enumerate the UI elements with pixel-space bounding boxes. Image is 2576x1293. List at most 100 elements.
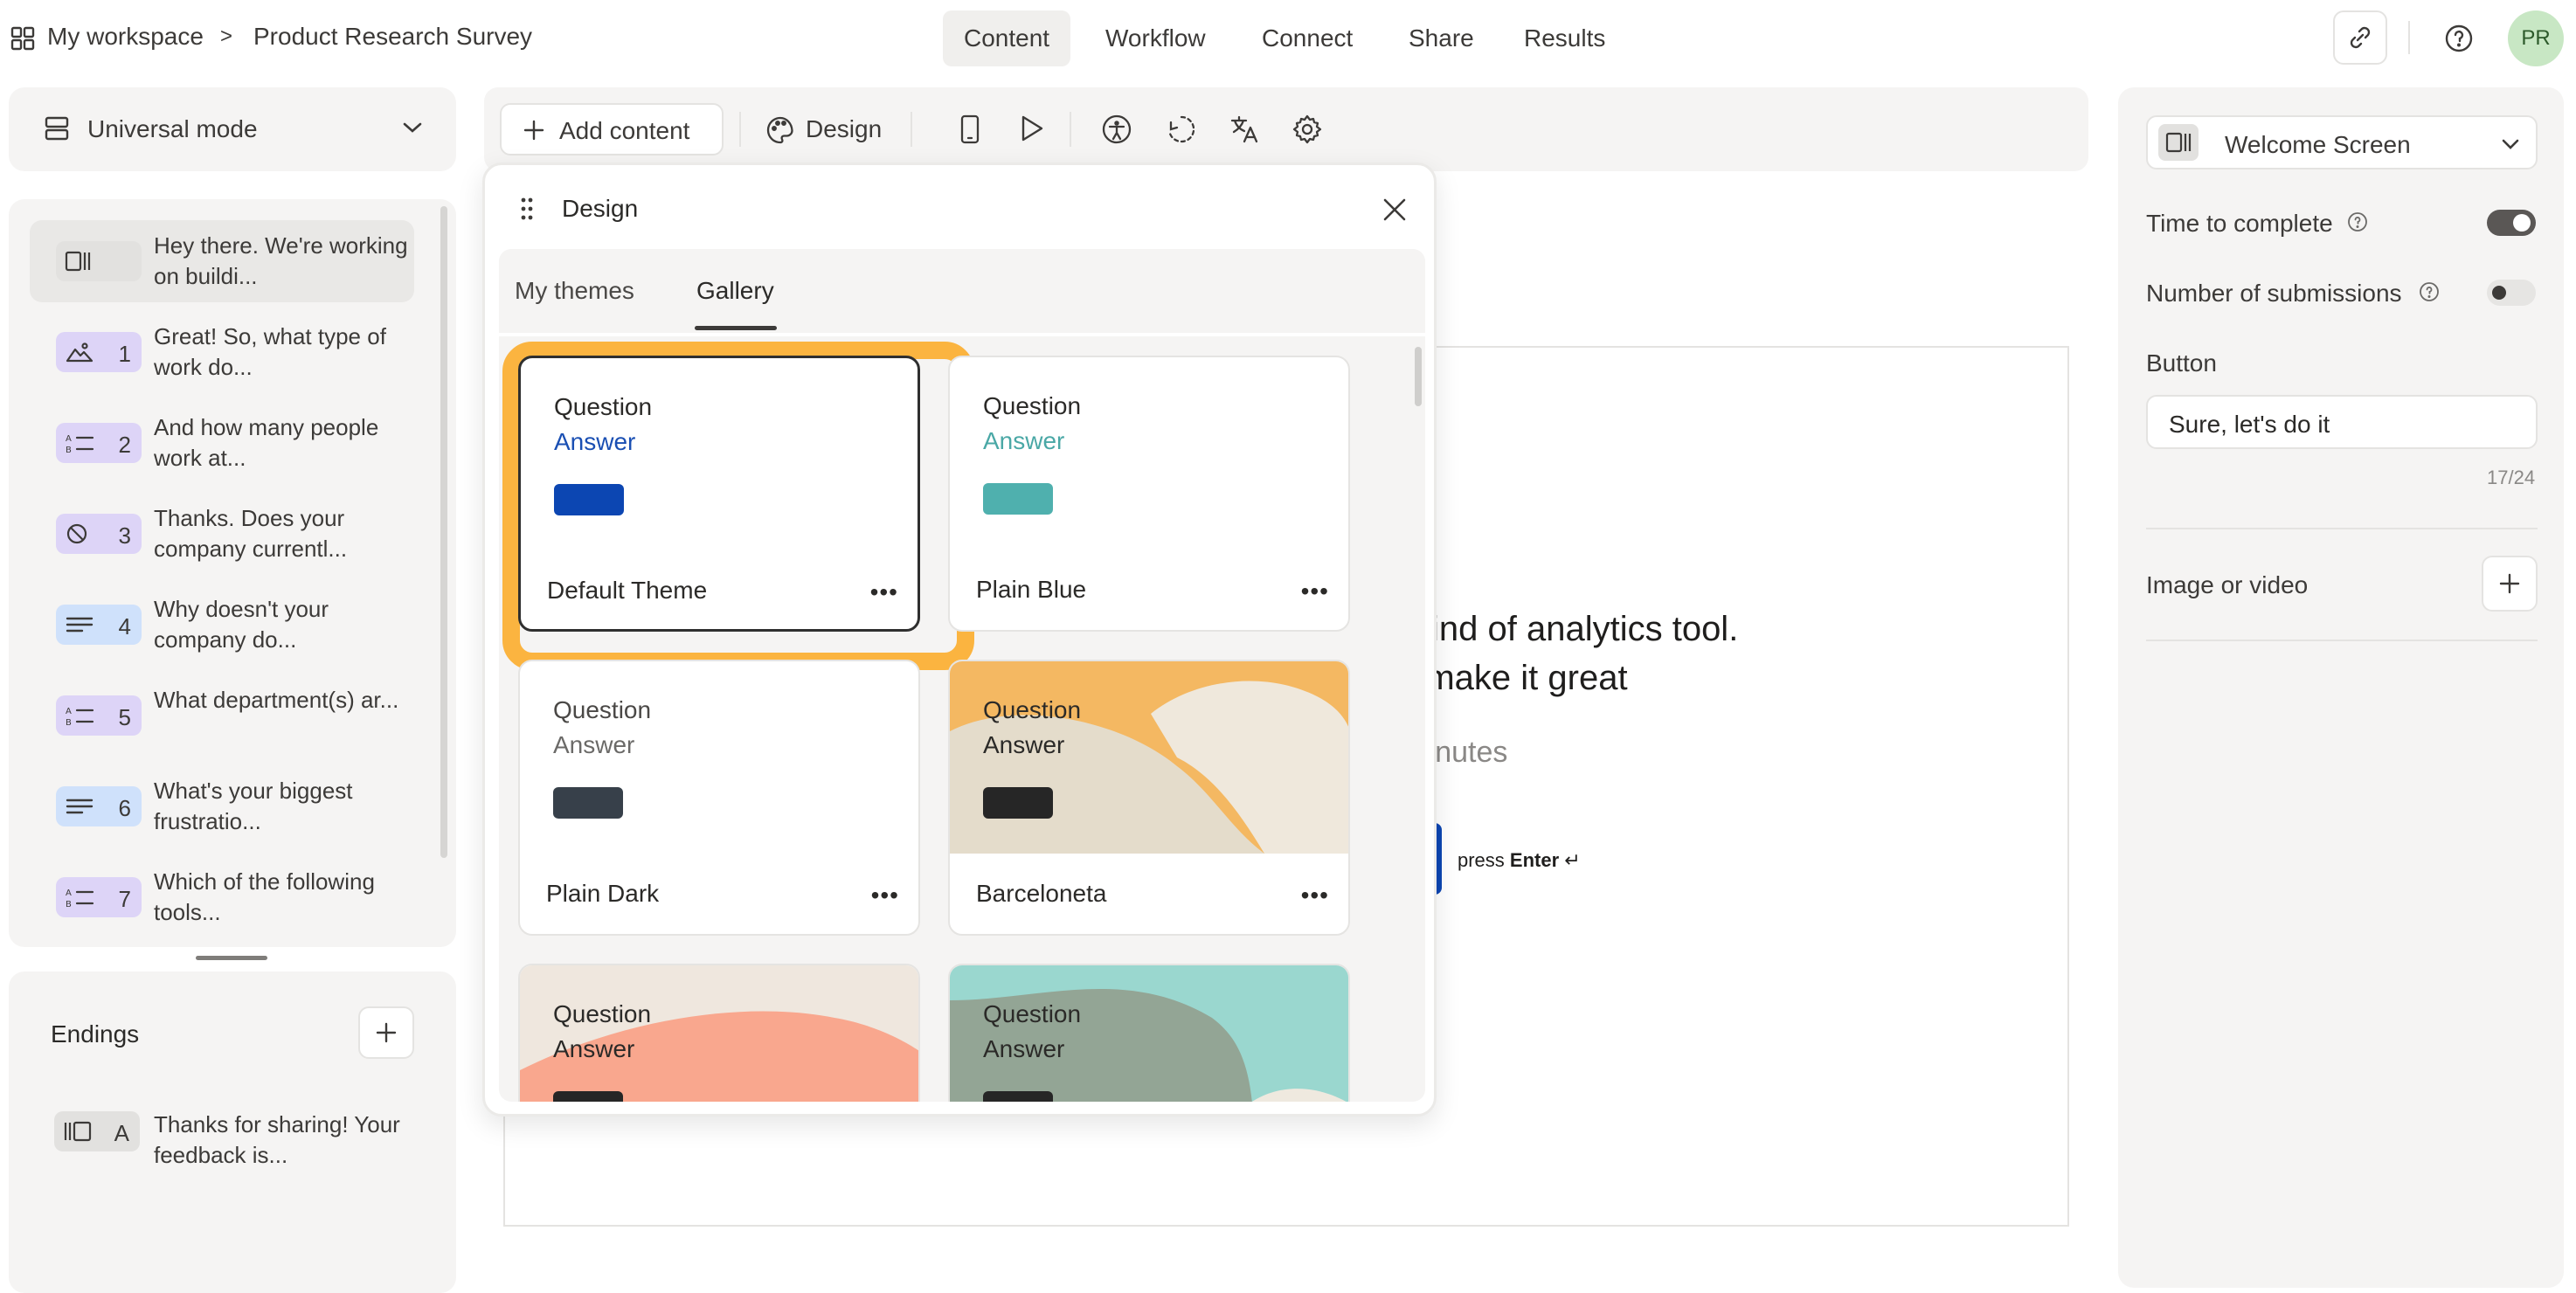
ending-text[interactable]: Thanks for sharing! Your feedback is... <box>154 1110 416 1171</box>
question-number: 6 <box>118 795 131 821</box>
tab-share[interactable]: Share <box>1388 10 1495 66</box>
number-of-submissions-toggle[interactable] <box>2487 280 2536 306</box>
gallery-scrollbar[interactable] <box>1415 347 1422 406</box>
breadcrumb-workspace[interactable]: My workspace <box>47 23 204 51</box>
drag-handle-icon[interactable] <box>520 197 534 221</box>
divider <box>739 112 741 147</box>
theme-card-coral[interactable]: Question Answer <box>518 964 920 1102</box>
accessibility-icon[interactable] <box>1101 114 1132 145</box>
avatar[interactable]: PR <box>2508 10 2564 66</box>
theme-button-swatch <box>554 484 624 515</box>
tab-gallery[interactable]: Gallery <box>696 277 774 305</box>
theme-question-text: Question <box>554 393 653 420</box>
more-options-icon[interactable]: ••• <box>1301 882 1329 909</box>
question-item[interactable]: 6 What's your biggest frustratio... <box>30 765 414 847</box>
copy-link-button[interactable] <box>2333 10 2387 65</box>
time-to-complete-toggle[interactable] <box>2487 210 2536 236</box>
button-text-input[interactable]: Sure, let's do it <box>2146 395 2538 449</box>
chevron-down-icon <box>2501 138 2520 150</box>
question-item[interactable]: 1 Great! So, what type of work do... <box>30 311 414 393</box>
long-text-icon <box>65 795 94 818</box>
add-content-button[interactable]: Add content <box>500 103 724 156</box>
tab-content[interactable]: Content <box>943 10 1071 66</box>
theme-name: Barceloneta <box>976 880 1107 907</box>
time-to-complete-label: Time to complete <box>2146 210 2333 237</box>
mobile-preview-icon[interactable] <box>959 114 980 145</box>
question-type-badge: 4 <box>56 605 142 645</box>
theme-card-default[interactable]: Question Answer Default Theme ••• <box>518 356 920 632</box>
theme-button-swatch <box>553 787 623 819</box>
top-bar: My workspace > Product Research Survey C… <box>0 0 2576 77</box>
mode-selector[interactable]: Universal mode <box>9 87 456 171</box>
question-item[interactable]: Hey there. We're working on buildi... <box>30 220 414 302</box>
svg-text:B: B <box>66 718 72 727</box>
sage-background <box>950 965 1348 1102</box>
theme-question-text: Question <box>983 696 1082 723</box>
add-content-label: Add content <box>559 117 690 144</box>
question-text: Which of the following tools... <box>154 868 375 925</box>
play-preview-icon[interactable] <box>1019 114 1045 143</box>
add-image-button[interactable] <box>2482 556 2538 612</box>
theme-answer-text: Answer <box>983 1035 1065 1062</box>
welcome-screen-icon <box>2165 131 2193 154</box>
help-icon[interactable] <box>2443 23 2475 54</box>
endings-title: Endings <box>51 1020 140 1048</box>
apps-grid-icon[interactable] <box>9 24 37 52</box>
question-item[interactable]: A B 5 What department(s) ar... <box>30 674 414 757</box>
button-label: Button <box>2146 349 2217 377</box>
close-icon[interactable] <box>1381 197 1408 223</box>
long-text-icon <box>65 613 94 636</box>
scrollbar[interactable] <box>440 206 447 858</box>
more-options-icon[interactable]: ••• <box>871 882 899 909</box>
char-count: 17/24 <box>2487 467 2536 488</box>
divider <box>2408 21 2410 54</box>
screen-type-select[interactable]: Welcome Screen <box>2146 115 2538 169</box>
theme-card-sage[interactable]: Question Answer <box>948 964 1350 1102</box>
theme-question-text: Question <box>983 392 1082 419</box>
svg-text:B: B <box>66 900 72 909</box>
settings-gear-icon[interactable] <box>1291 114 1323 145</box>
tab-workflow[interactable]: Workflow <box>1084 10 1227 66</box>
question-number: 7 <box>118 886 131 912</box>
theme-answer-text: Answer <box>553 1035 635 1062</box>
info-icon[interactable] <box>2419 281 2440 302</box>
theme-question-text: Question <box>553 696 652 723</box>
theme-answer-text: Answer <box>983 427 1065 454</box>
tab-connect[interactable]: Connect <box>1241 10 1374 66</box>
multiple-choice-icon: AB <box>65 886 94 909</box>
more-options-icon[interactable]: ••• <box>1301 577 1329 605</box>
theme-card-plain-dark[interactable]: Question Answer Plain Dark ••• <box>518 660 920 936</box>
question-item[interactable]: A B 2 And how many people work at... <box>30 402 414 484</box>
question-item[interactable]: 3 Thanks. Does your company currentl... <box>30 493 414 575</box>
plus-icon <box>375 1021 398 1044</box>
more-options-icon[interactable]: ••• <box>870 578 898 606</box>
logic-icon[interactable] <box>1166 114 1197 145</box>
svg-text:A: A <box>66 434 72 444</box>
theme-card-plain-blue[interactable]: Question Answer Plain Blue ••• <box>948 356 1350 632</box>
ending-screen-icon <box>63 1120 94 1143</box>
tab-my-themes[interactable]: My themes <box>515 277 634 305</box>
tab-results[interactable]: Results <box>1503 10 1626 66</box>
resize-handle[interactable] <box>196 956 267 960</box>
question-number: 2 <box>118 432 131 458</box>
enter-symbol: ↵ <box>1564 849 1581 871</box>
question-item[interactable]: 4 Why doesn't your company do... <box>30 584 414 666</box>
form-title[interactable]: Product Research Survey <box>253 23 532 51</box>
design-button[interactable]: Design <box>755 103 895 156</box>
theme-button-swatch <box>553 1091 623 1102</box>
theme-name: Default Theme <box>547 577 708 604</box>
toolbar: Add content Design <box>484 87 2088 171</box>
info-icon[interactable] <box>2347 211 2368 232</box>
translate-icon[interactable] <box>1229 114 1260 145</box>
number-of-submissions-label: Number of submissions <box>2146 280 2402 307</box>
question-type-badge: AB 5 <box>56 695 142 736</box>
theme-answer-text: Answer <box>553 731 635 758</box>
add-ending-button[interactable] <box>358 1006 414 1059</box>
palette-icon <box>765 115 795 145</box>
theme-question-text: Question <box>553 1000 652 1027</box>
screen-type-label: Welcome Screen <box>2225 131 2411 158</box>
question-item[interactable]: A B 7 Which of the following tools... <box>30 856 414 938</box>
theme-card-barceloneta[interactable]: Question Answer Barceloneta ••• <box>948 660 1350 936</box>
theme-button-swatch <box>983 1091 1053 1102</box>
design-panel-title: Design <box>562 195 639 222</box>
